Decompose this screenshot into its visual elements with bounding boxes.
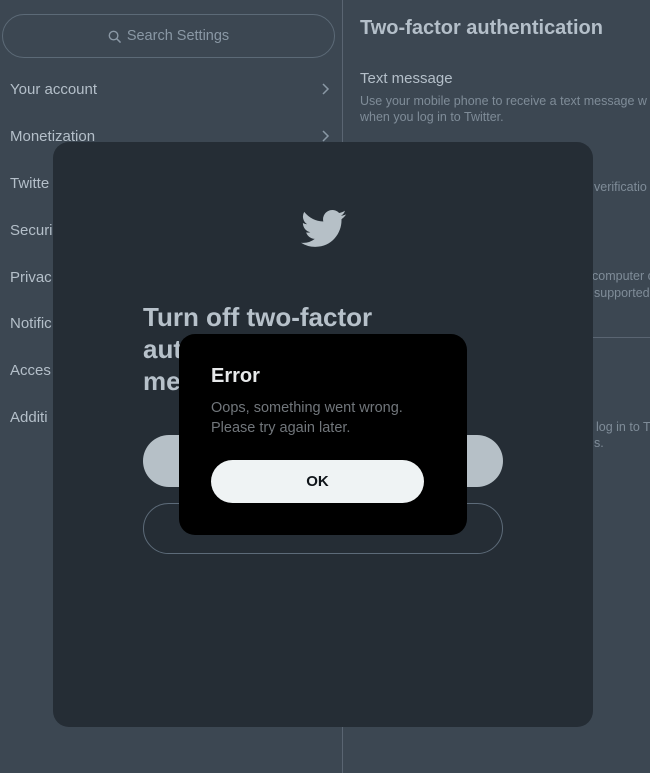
partial-text: computer o [592,269,650,283]
menu-item-your-account[interactable]: Your account [10,77,330,101]
menu-item-label: Twitte [10,174,50,192]
text-message-description: Use your mobile phone to receive a text … [360,93,650,125]
heading-line: Turn off two-factor [143,302,373,332]
menu-item-label: Acces [10,361,51,379]
page-title: Two-factor authentication [360,17,603,39]
chevron-right-icon [322,130,330,142]
search-icon [108,30,121,43]
error-dialog: Error Oops, something went wrong. Please… [179,334,467,535]
app: Search Settings Your account Monetizatio… [0,0,650,773]
twitter-bird-icon [301,210,347,247]
partial-text: supported [594,286,650,300]
error-message-line: Oops, something went wrong. [211,400,403,416]
ok-button[interactable]: OK [211,460,424,503]
description-line: when you log in to Twitter. [360,110,504,124]
menu-item-label: Your account [10,80,98,98]
error-message-line: Please try again later. [211,420,351,436]
description-line: Use your mobile phone to receive a text … [360,94,647,108]
menu-item-label: Securi [10,221,53,239]
menu-item-label: Privac [10,268,52,286]
text-message-option[interactable]: Text message [360,70,453,87]
chevron-right-icon [322,83,330,95]
error-title: Error [211,365,260,387]
error-message: Oops, something went wrong. Please try a… [211,398,441,438]
menu-item-label: Notific [10,314,52,332]
partial-text: verificatio [594,180,647,194]
partial-text: log in to T [596,420,650,434]
menu-item-label: Additi [10,408,48,426]
search-placeholder: Search Settings [126,28,230,44]
partial-text: s. [594,436,604,450]
search-settings-input[interactable]: Search Settings [2,14,335,58]
